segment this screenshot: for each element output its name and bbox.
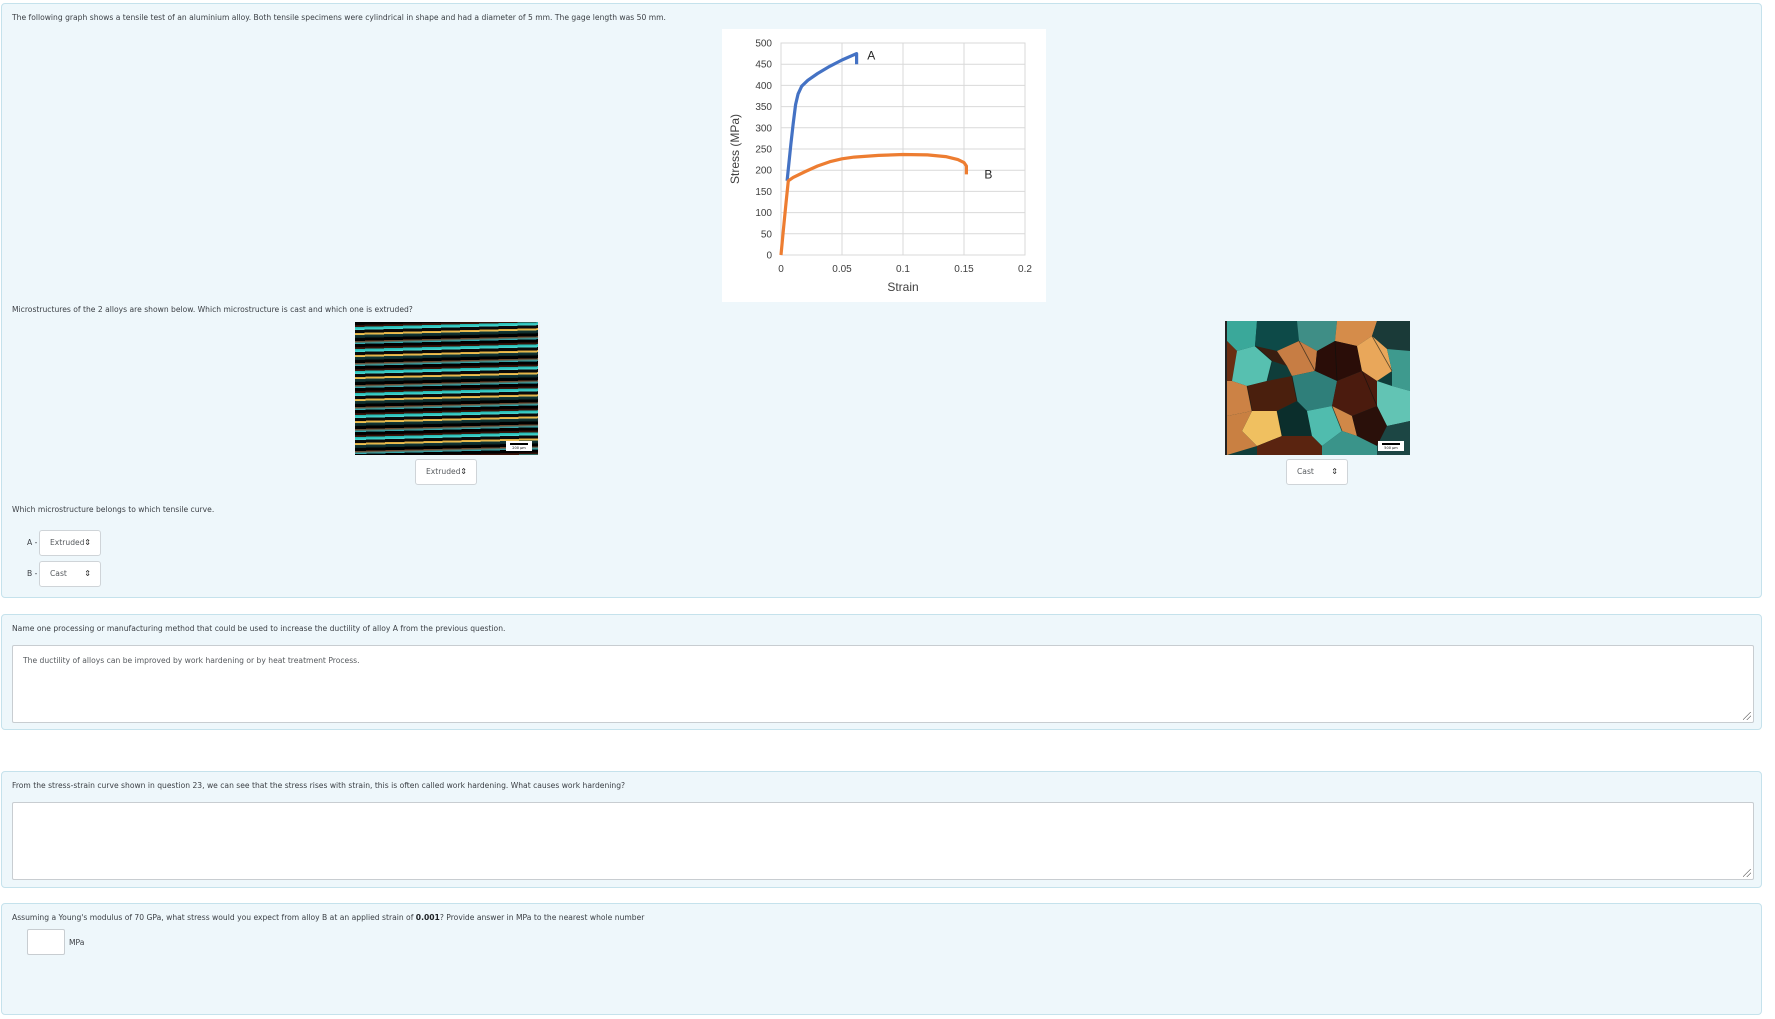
ductility-answer-textarea[interactable]: The ductility of alloys can be improved …: [12, 645, 1754, 723]
question-panel-tensile: The following graph shows a tensile test…: [1, 3, 1762, 598]
image2-type-select[interactable]: Cast ⇕: [1286, 459, 1348, 485]
scale-bar-2: 500 µm: [1378, 441, 1404, 451]
y-tick-label: 350: [755, 102, 772, 113]
question-intro-text: The following graph shows a tensile test…: [12, 13, 666, 22]
x-tick-label: 0.1: [896, 264, 910, 275]
y-tick-label: 300: [755, 123, 772, 134]
x-tick-label: 0.2: [1018, 264, 1032, 275]
match-select-a[interactable]: Extruded ⇕: [39, 530, 101, 556]
match-select-b-value: Cast: [50, 569, 67, 578]
y-tick-label: 200: [755, 166, 772, 177]
select-arrows-icon: ⇕: [1331, 467, 1338, 476]
match-select-a-value: Extruded: [50, 538, 85, 547]
image1-type-select[interactable]: Extruded ⇕: [415, 459, 477, 485]
curve-label-b: B: [984, 167, 992, 181]
image1-type-value: Extruded: [426, 467, 461, 476]
match-label-a: A -: [27, 538, 38, 547]
ductility-prompt: Name one processing or manufacturing met…: [12, 624, 506, 633]
match-select-b[interactable]: Cast ⇕: [39, 561, 101, 587]
question-panel-youngs-modulus: Assuming a Young's modulus of 70 GPa, wh…: [1, 903, 1762, 1015]
stress-unit-label: MPa: [69, 938, 85, 947]
prompt-part-2: ? Provide answer in MPa to the nearest w…: [439, 913, 645, 922]
select-arrows-icon: ⇕: [460, 467, 467, 476]
y-axis-label: Stress (MPa): [728, 114, 742, 184]
y-tick-label: 150: [755, 187, 772, 198]
scale-bar-1: 200 µm: [506, 441, 532, 451]
ductility-answer-text: The ductility of alloys can be improved …: [23, 656, 360, 665]
select-arrows-icon: ⇕: [84, 538, 91, 547]
work-hardening-prompt: From the stress-strain curve shown in qu…: [12, 781, 626, 790]
x-axis-label: Strain: [887, 280, 918, 294]
question-panel-ductility: Name one processing or manufacturing met…: [1, 614, 1762, 730]
y-tick-label: 500: [755, 39, 772, 50]
stress-answer-input[interactable]: [27, 929, 65, 955]
cast-grains-svg: [1227, 321, 1410, 455]
y-tick-label: 100: [755, 208, 772, 219]
curve-label-a: A: [867, 49, 875, 63]
x-tick-label: 0.15: [954, 264, 974, 275]
prompt-part-1: Assuming a Young's modulus of 70 GPa, wh…: [12, 913, 416, 922]
question-panel-work-hardening: From the stress-strain curve shown in qu…: [1, 771, 1762, 888]
match-prompt: Which microstructure belongs to which te…: [12, 505, 215, 514]
match-label-b: B -: [27, 569, 38, 578]
stress-strain-chart: 0 50 100 150 200 250 300 350 400 450 500 0 0.05 0.1 0.…: [722, 29, 1046, 302]
microstructure-image-2: 500 µm: [1225, 321, 1410, 455]
stress-strain-chart-svg: 0 50 100 150 200 250 300 350 400 450 500 0 0.05 0.1 0.…: [728, 39, 1032, 295]
prompt-strain-value: 0.001: [415, 913, 440, 922]
microstructure-image-1: 200 µm: [355, 322, 540, 455]
y-tick-label: 450: [755, 60, 772, 71]
microstructure-prompt: Microstructures of the 2 alloys are show…: [12, 305, 413, 314]
image2-type-value: Cast: [1297, 467, 1314, 476]
y-tick-label: 50: [761, 229, 773, 240]
x-tick-label: 0: [778, 264, 784, 275]
x-tick-label: 0.05: [832, 264, 852, 275]
y-tick-label: 0: [766, 251, 772, 262]
work-hardening-answer-textarea[interactable]: [12, 802, 1754, 880]
resize-handle-icon[interactable]: [1743, 869, 1751, 877]
select-arrows-icon: ⇕: [84, 569, 91, 578]
resize-handle-icon[interactable]: [1743, 712, 1751, 720]
youngs-modulus-prompt: Assuming a Young's modulus of 70 GPa, wh…: [12, 913, 644, 922]
y-tick-label: 400: [755, 81, 772, 92]
y-tick-label: 250: [755, 145, 772, 156]
